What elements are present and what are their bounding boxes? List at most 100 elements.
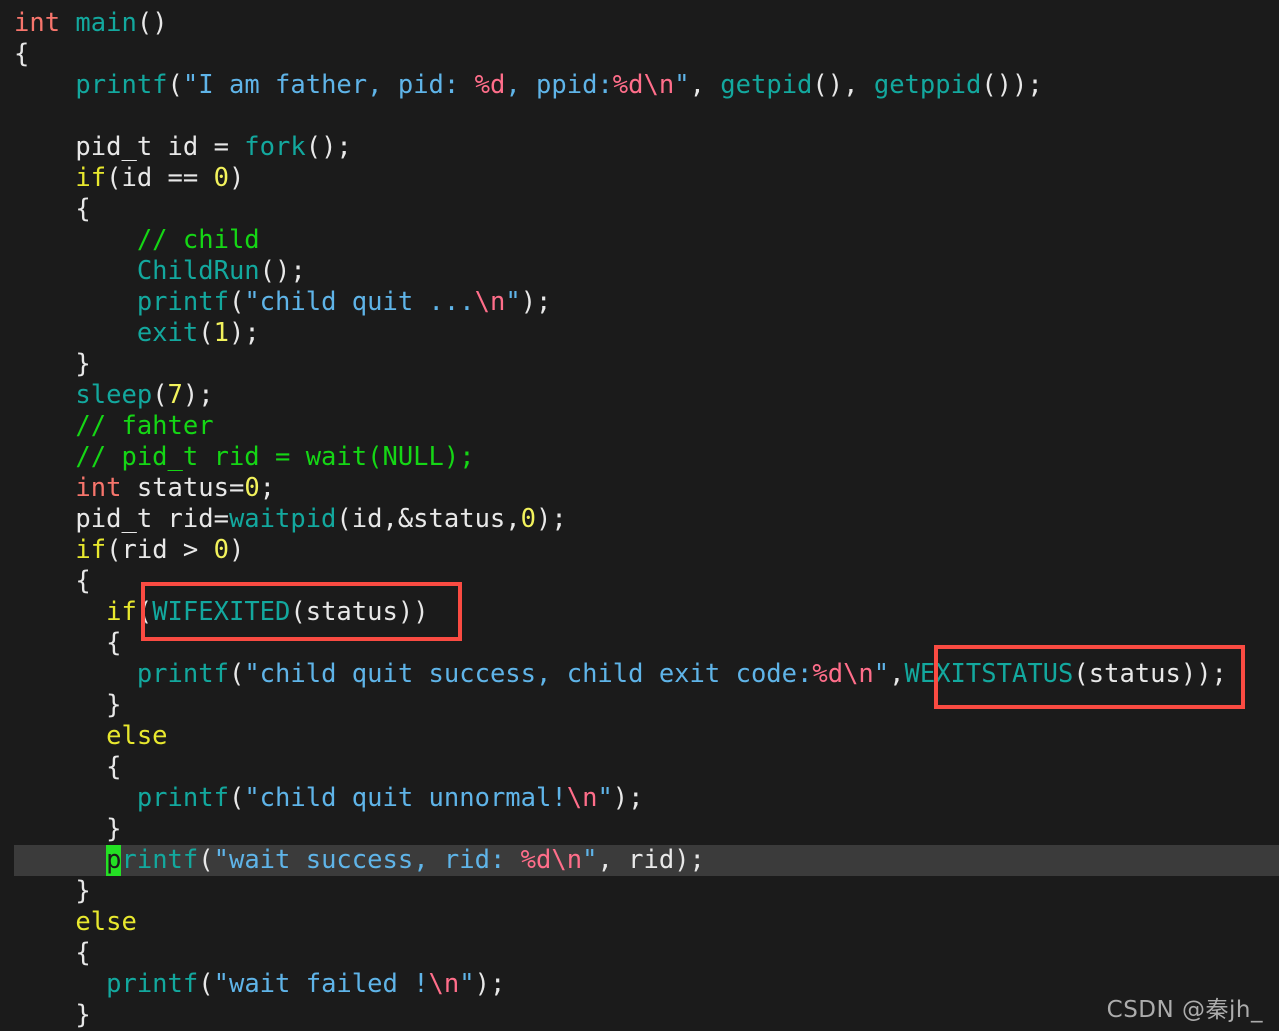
code-token: rintf bbox=[121, 845, 199, 875]
code-token: fork bbox=[244, 132, 306, 162]
code-token: if bbox=[75, 163, 107, 193]
code-line[interactable]: // child bbox=[0, 225, 1279, 256]
code-token: " bbox=[459, 969, 475, 999]
code-line[interactable]: else bbox=[0, 907, 1279, 938]
code-token: ); bbox=[520, 287, 552, 317]
code-token: \n bbox=[474, 287, 506, 317]
code-token: ( bbox=[228, 659, 245, 689]
code-line[interactable]: { bbox=[0, 566, 1279, 597]
code-token: "child quit success, child exit code: bbox=[244, 659, 813, 689]
code-token: "child quit ... bbox=[244, 287, 475, 317]
code-line[interactable]: exit(1); bbox=[0, 318, 1279, 349]
code-line[interactable]: else bbox=[0, 721, 1279, 752]
code-line[interactable]: int main() bbox=[0, 8, 1279, 39]
code-token: " bbox=[505, 287, 521, 317]
code-token: sleep bbox=[75, 380, 153, 410]
code-token: " bbox=[582, 845, 598, 875]
code-token: (); bbox=[259, 256, 306, 286]
code-line[interactable]: { bbox=[0, 752, 1279, 783]
code-text-area[interactable]: int main(){ printf("I am father, pid: %d… bbox=[0, 8, 1279, 1031]
code-token: { bbox=[14, 566, 91, 596]
code-line[interactable]: { bbox=[0, 628, 1279, 659]
code-token: (id == bbox=[106, 163, 214, 193]
code-line[interactable]: { bbox=[0, 39, 1279, 70]
code-token: // pid_t rid = wait(NULL); bbox=[75, 442, 475, 472]
code-token: (), bbox=[812, 70, 874, 100]
code-token: } bbox=[14, 814, 122, 844]
code-line[interactable]: { bbox=[0, 938, 1279, 969]
code-line[interactable]: pid_t rid=waitpid(id,&status,0); bbox=[0, 504, 1279, 535]
code-line[interactable]: } bbox=[0, 876, 1279, 907]
code-token: %d bbox=[474, 70, 506, 100]
code-token: ); bbox=[228, 318, 260, 348]
code-token: (status)); bbox=[1073, 659, 1227, 689]
code-token: , bbox=[889, 659, 905, 689]
code-token: printf bbox=[136, 659, 229, 689]
code-token: ( bbox=[152, 380, 168, 410]
code-line[interactable]: } bbox=[0, 814, 1279, 845]
code-line[interactable]: printf("child quit unnormal!\n"); bbox=[0, 783, 1279, 814]
code-line[interactable]: } bbox=[0, 349, 1279, 380]
code-token: " bbox=[674, 70, 690, 100]
code-line[interactable]: printf("I am father, pid: %d, ppid:%d\n"… bbox=[0, 70, 1279, 101]
code-token: "wait failed ! bbox=[213, 969, 429, 999]
code-token: \n bbox=[566, 783, 598, 813]
code-token: else bbox=[75, 907, 137, 937]
code-line[interactable]: // fahter bbox=[0, 411, 1279, 442]
code-line[interactable]: if(WIFEXITED(status)) bbox=[0, 597, 1279, 628]
code-line[interactable]: printf("child quit success, child exit c… bbox=[0, 659, 1279, 690]
code-token: ); bbox=[612, 783, 644, 813]
code-line-active[interactable]: printf("wait success, rid: %d\n", rid); bbox=[14, 845, 1279, 876]
code-line[interactable]: pid_t id = fork(); bbox=[0, 132, 1279, 163]
code-line[interactable]: if(id == 0) bbox=[0, 163, 1279, 194]
code-line[interactable]: ChildRun(); bbox=[0, 256, 1279, 287]
code-token: 0 bbox=[213, 163, 229, 193]
code-token: { bbox=[14, 752, 122, 782]
code-token: "wait success, rid: bbox=[213, 845, 521, 875]
code-token: , rid); bbox=[597, 845, 705, 875]
code-line[interactable]: // pid_t rid = wait(NULL); bbox=[0, 442, 1279, 473]
code-token: printf bbox=[136, 287, 229, 317]
code-token: (status)) bbox=[290, 597, 429, 627]
code-token: ( bbox=[198, 969, 214, 999]
code-line[interactable]: { bbox=[0, 194, 1279, 225]
code-token: } bbox=[14, 876, 91, 906]
code-editor[interactable]: int main(){ printf("I am father, pid: %d… bbox=[0, 0, 1279, 1030]
code-token: , ppid: bbox=[505, 70, 613, 100]
csdn-watermark: CSDN @秦jh_ bbox=[1106, 997, 1263, 1023]
code-line[interactable]: if(rid > 0) bbox=[0, 535, 1279, 566]
code-line[interactable]: } bbox=[0, 1000, 1279, 1031]
code-token: exit bbox=[136, 318, 199, 348]
code-token: getppid bbox=[873, 70, 982, 100]
code-token: , bbox=[689, 70, 721, 100]
code-line[interactable] bbox=[0, 101, 1279, 132]
code-token: " bbox=[873, 659, 890, 689]
code-token: ( bbox=[228, 287, 245, 317]
code-line[interactable]: printf("wait failed !\n"); bbox=[0, 969, 1279, 1000]
code-line[interactable]: int status=0; bbox=[0, 473, 1279, 504]
code-token: " bbox=[597, 783, 613, 813]
code-token: int bbox=[75, 473, 122, 503]
code-token: main bbox=[75, 8, 137, 38]
code-line[interactable]: printf("child quit ...\n"); bbox=[0, 287, 1279, 318]
code-token: (rid > bbox=[106, 535, 214, 565]
code-token: printf bbox=[136, 783, 229, 813]
code-token: } bbox=[14, 1000, 91, 1030]
code-line[interactable]: } bbox=[0, 690, 1279, 721]
code-token: ); bbox=[474, 969, 506, 999]
code-token: (); bbox=[305, 132, 352, 162]
code-token: pid_t rid= bbox=[14, 504, 229, 534]
code-token: else bbox=[106, 721, 168, 751]
code-line[interactable]: sleep(7); bbox=[0, 380, 1279, 411]
code-token: if bbox=[75, 535, 107, 565]
code-token: WEXITSTATUS bbox=[904, 659, 1074, 689]
